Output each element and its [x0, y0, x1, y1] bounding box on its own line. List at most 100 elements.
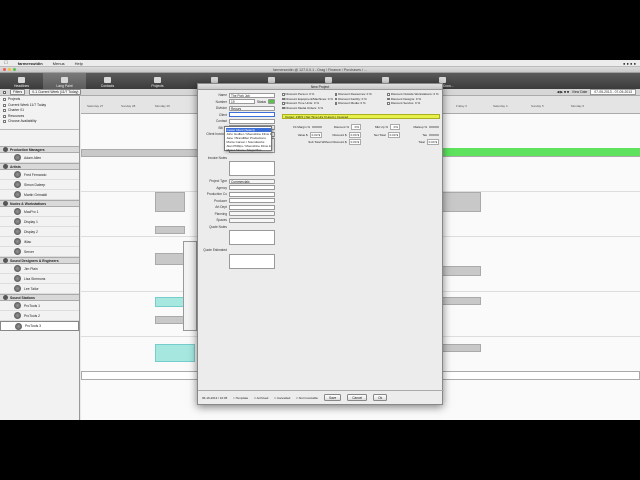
- booking-block[interactable]: [155, 253, 185, 265]
- menubar-app-name[interactable]: farmerswidin: [18, 61, 43, 66]
- discount-checkbox[interactable]: Discount Media Orders: 0 %: [282, 106, 335, 111]
- resource-row[interactable]: Jim Plain: [0, 264, 79, 274]
- rate-value[interactable]: [429, 126, 439, 128]
- status-toggle[interactable]: [268, 99, 275, 105]
- save-button[interactable]: Save: [323, 394, 342, 401]
- resource-row[interactable]: Lee Tailor: [0, 284, 79, 294]
- rate-value[interactable]: 0%: [390, 124, 400, 130]
- rate-label: Discount %: [333, 125, 349, 129]
- resource-row[interactable]: Lisa Simmons: [0, 274, 79, 284]
- category-artists[interactable]: Artists: [0, 163, 79, 170]
- toolbar-contacts[interactable]: Contacts: [86, 73, 129, 89]
- resource-panel: Projects Current Week 11/7 Today Charter…: [0, 96, 80, 420]
- status-label: Status: [256, 99, 266, 104]
- category-label: Artists: [10, 164, 21, 169]
- field-label: Name: [218, 93, 227, 98]
- toolbar-lang-paint[interactable]: Lang Paint: [43, 73, 86, 89]
- invoice-notes-area[interactable]: [229, 161, 275, 176]
- resource-row-selected[interactable]: ProTools 3: [0, 321, 79, 331]
- agency-field[interactable]: [229, 185, 275, 191]
- range-selector[interactable]: 0-1 Current Week (11/7 Today): [29, 89, 82, 95]
- resource-name: Jim Plain: [24, 266, 38, 271]
- date-range-field[interactable]: 07-05-2013 - 07-05-2013: [590, 89, 636, 95]
- booking-block[interactable]: [155, 192, 185, 212]
- resource-row[interactable]: Martin Grimaldi: [0, 190, 79, 200]
- checkbox-icon: [3, 109, 6, 113]
- name-field[interactable]: The Pork Job: [229, 92, 275, 98]
- checkbox-icon: [387, 93, 390, 96]
- dropdown-option[interactable]: Alan Phillips / Moonshine Films Inc.: [226, 144, 271, 148]
- booking-block[interactable]: [441, 266, 481, 276]
- producer-field[interactable]: [229, 198, 275, 204]
- dropdown-option[interactable]: Moses Moore / Mega Plus: [226, 148, 271, 152]
- resource-row[interactable]: Simon Daleep: [0, 180, 79, 190]
- footer-check[interactable]: □ Cancelled: [274, 396, 290, 400]
- booking-block[interactable]: [441, 344, 481, 352]
- app-screen:  farmerswidin Menus Help ● ● ● ● farmer…: [0, 60, 640, 420]
- number-field[interactable]: 19: [229, 99, 255, 105]
- minimize-window-icon[interactable]: [8, 68, 11, 71]
- zoom-window-icon[interactable]: [13, 68, 16, 71]
- booking-block[interactable]: [155, 226, 185, 234]
- quote-notes-area[interactable]: [229, 230, 275, 245]
- checkbox-icon: [334, 93, 338, 96]
- project-type-select[interactable]: Commercials: [229, 178, 275, 184]
- booking-block[interactable]: [441, 297, 481, 305]
- dropdown-option[interactable]: Monte Carson / Soundworks: [226, 140, 271, 144]
- panel-spacer: [0, 130, 79, 146]
- category-nodes-workstations[interactable]: Nodes & Workstations: [0, 200, 79, 207]
- filter-checkbox[interactable]: [3, 90, 6, 94]
- cancel-button[interactable]: Cancel: [347, 394, 368, 401]
- rate-value[interactable]: [312, 126, 322, 128]
- resource-row[interactable]: Display 1: [0, 217, 79, 227]
- checkbox-icon: [282, 106, 285, 109]
- quote-estimated-area[interactable]: [229, 253, 275, 269]
- category-sound-stations[interactable]: Sound Stations: [0, 294, 79, 301]
- dropdown-option[interactable]: John Godber / Moonshine Films Inc.: [226, 132, 271, 136]
- server-icon: [14, 248, 21, 255]
- sound-booking-block[interactable]: [155, 344, 195, 362]
- discount-checkbox[interactable]: Discount Media: 0 %: [334, 101, 388, 106]
- resource-row[interactable]: MacPro 1: [0, 207, 79, 217]
- avatar: [14, 154, 21, 161]
- resource-row[interactable]: ProTools 1: [0, 301, 79, 311]
- resource-row[interactable]: Adam Allen: [0, 153, 79, 163]
- filter-item[interactable]: Choose Availability: [3, 119, 76, 125]
- toolbar-projects[interactable]: Projects: [129, 73, 186, 89]
- rate-item: Discount $0.00 $: [322, 131, 361, 138]
- footer-check[interactable]: □ Archived: [254, 396, 268, 400]
- resource-row[interactable]: Fred Fernando: [0, 170, 79, 180]
- day-header: Saturday 4: [493, 104, 508, 108]
- apple-icon[interactable]: : [4, 60, 8, 66]
- category-sound-designers[interactable]: Sound Designers & Engineers: [0, 257, 79, 264]
- filter-button[interactable]: Filters: [10, 89, 26, 95]
- close-window-icon[interactable]: [3, 68, 6, 71]
- footer-check[interactable]: □ Not Invoicable: [296, 396, 318, 400]
- rate-label: Sub Total Without Discount $: [308, 140, 347, 144]
- resource-row[interactable]: iMac: [0, 237, 79, 247]
- toolbar-headlines[interactable]: Headlines: [0, 73, 43, 89]
- production-co-field[interactable]: [229, 191, 275, 197]
- rate-value[interactable]: 0%: [351, 124, 361, 130]
- footer-check[interactable]: □ Template: [233, 396, 248, 400]
- menubar-item-help[interactable]: Help: [75, 61, 83, 66]
- summary-bar: Output: 138.5 | Net Time Hrs 0 Hours | I…: [282, 114, 440, 119]
- resource-row[interactable]: Display 2: [0, 227, 79, 237]
- spaces-select[interactable]: [229, 217, 275, 223]
- group-icon: [3, 147, 8, 152]
- contact-field[interactable]: [229, 118, 275, 124]
- division-select[interactable]: Recurs: [229, 105, 275, 111]
- resource-row[interactable]: Server: [0, 247, 79, 257]
- dropdown-option[interactable]: Jane / Brandfilter Productions: [226, 136, 271, 140]
- nav-arrows-icon[interactable]: ◀ ▶ ■ ■: [557, 90, 569, 94]
- ok-button[interactable]: Ok: [373, 394, 388, 401]
- art-dept-field[interactable]: [229, 204, 275, 210]
- category-production-managers[interactable]: Production Managers: [0, 146, 79, 153]
- resource-row[interactable]: ProTools 2: [0, 311, 79, 321]
- menubar-item-menus[interactable]: Menus: [53, 61, 65, 66]
- planning-select[interactable]: [229, 211, 275, 217]
- client-field[interactable]: [229, 112, 275, 118]
- booking-block[interactable]: [441, 192, 481, 212]
- mini-side-palette[interactable]: [183, 241, 197, 331]
- discount-checkbox[interactable]: Discount Service: 0 %: [387, 101, 440, 106]
